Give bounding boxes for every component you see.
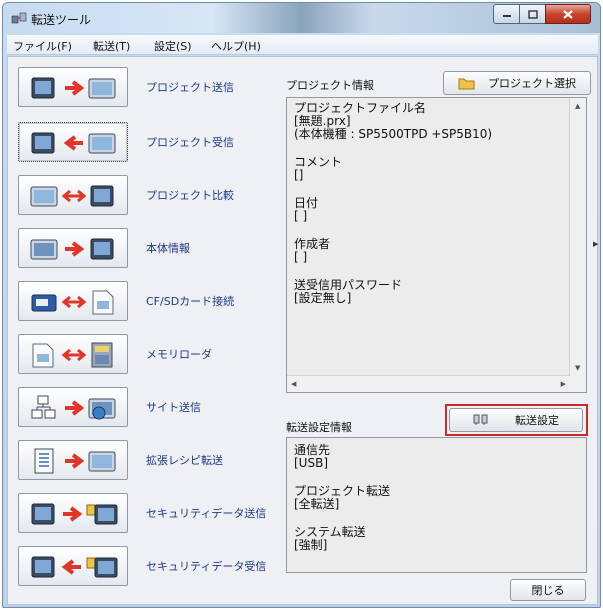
destination-value: [USB] (294, 456, 328, 470)
transfer-tool-window: 転送ツール ファイル(F) 転送(T) 設定(S) ヘルプ(H) プロジェクト送… (2, 2, 601, 608)
memory-loader-label[interactable]: メモリローダ (146, 346, 212, 362)
cf-sd-card-icon (31, 290, 114, 315)
main-panel: プロジェクト送信 プロジェクト受信 プロジェクト比較 本体情報 CF/SDカード… (7, 56, 598, 605)
project-send-label[interactable]: プロジェクト送信 (146, 79, 234, 95)
unit-info-icon (30, 238, 114, 260)
project-info-label: プロジェクト情報 (286, 79, 374, 92)
tool-row-project-receive: プロジェクト受信 (18, 122, 268, 162)
tool-row-memory-loader: メモリローダ (18, 334, 268, 374)
tool-row-site-transfer: サイト送信 (18, 387, 268, 427)
site-transfer-label[interactable]: サイト送信 (146, 399, 201, 415)
unit-info-label[interactable]: 本体情報 (146, 240, 190, 256)
maximize-button[interactable] (519, 4, 546, 24)
password-value: [設定無し] (294, 291, 352, 305)
extended-recipe-label[interactable]: 拡張レシピ転送 (146, 452, 223, 468)
minimize-icon (502, 15, 511, 17)
project-compare-button[interactable] (18, 175, 128, 215)
transfer-info-box: 通信先 [USB] プロジェクト転送 [全転送] システム転送 [強制] (286, 437, 587, 573)
folder-icon (458, 78, 475, 90)
security-send-button[interactable] (18, 493, 128, 533)
project-send-icon (31, 77, 116, 99)
close-button[interactable]: 閉じる (510, 579, 586, 601)
project-receive-label[interactable]: プロジェクト受信 (146, 134, 234, 150)
title-bar[interactable]: 転送ツール (3, 3, 600, 33)
extended-recipe-icon (34, 448, 116, 474)
menu-transfer[interactable]: 転送(T) (93, 38, 130, 54)
tool-row-project-send: プロジェクト送信 (18, 67, 268, 107)
author-value: [ ] (294, 250, 308, 264)
project-select-label: プロジェクト選択 (488, 77, 576, 90)
window-title: 転送ツール (31, 13, 92, 27)
memory-loader-icon (32, 342, 113, 368)
project-select-button[interactable]: プロジェクト選択 (443, 71, 591, 95)
security-receive-button[interactable] (18, 546, 128, 586)
scroll-left-icon[interactable]: ◀ (291, 380, 296, 388)
menu-help[interactable]: ヘルプ(H) (211, 38, 261, 54)
horizontal-scrollbar[interactable]: ◀ ▶ (287, 375, 570, 392)
tool-row-extended-recipe: 拡張レシピ転送 (18, 440, 268, 480)
tool-row-cf-sd-card: CF/SDカード接続 (18, 281, 268, 321)
menu-settings[interactable]: 設定(S) (154, 38, 192, 54)
maximize-icon (527, 9, 538, 19)
transfer-settings-highlight (445, 404, 588, 436)
close-icon (563, 9, 573, 19)
project-model-value: (本体機種 : SP5500TPD +SP5B10) (294, 127, 493, 141)
project-info-box: プロジェクトファイル名 [無題.prx] (本体機種 : SP5500TPD +… (286, 97, 587, 393)
cf-sd-card-label[interactable]: CF/SDカード接続 (146, 293, 234, 309)
security-receive-label[interactable]: セキュリティデータ受信 (146, 558, 266, 574)
comment-value: [] (294, 168, 304, 182)
menu-file[interactable]: ファイル(F) (13, 38, 72, 54)
security-send-icon (31, 503, 118, 525)
project-transfer-value: [全転送] (294, 497, 340, 511)
scroll-down-icon[interactable]: ▼ (575, 364, 580, 372)
project-compare-icon (30, 185, 114, 207)
vertical-scrollbar[interactable]: ▲ ▼ (569, 98, 586, 392)
cf-sd-card-button[interactable] (18, 281, 128, 321)
security-send-label[interactable]: セキュリティデータ送信 (146, 505, 266, 521)
tool-row-security-send: セキュリティデータ送信 (18, 493, 268, 533)
transfer-info-label: 転送設定情報 (286, 421, 352, 434)
project-receive-icon (31, 132, 116, 154)
scroll-right-icon[interactable]: ▶ (561, 380, 566, 388)
app-icon (11, 12, 27, 24)
site-transfer-icon (31, 395, 116, 420)
resize-arrow-icon: ▶ (593, 240, 599, 248)
close-window-button[interactable] (545, 4, 591, 24)
project-receive-button[interactable] (18, 122, 128, 162)
tool-row-project-compare: プロジェクト比較 (18, 175, 268, 215)
security-receive-icon (31, 556, 118, 578)
memory-loader-button[interactable] (18, 334, 128, 374)
site-transfer-button[interactable] (18, 387, 128, 427)
tool-row-unit-info: 本体情報 (18, 228, 268, 268)
system-transfer-value: [強制] (294, 538, 328, 552)
project-compare-label[interactable]: プロジェクト比較 (146, 187, 234, 203)
menu-bar: ファイル(F) 転送(T) 設定(S) ヘルプ(H) (7, 35, 598, 55)
extended-recipe-button[interactable] (18, 440, 128, 480)
date-value: [ ] (294, 209, 308, 223)
project-send-button[interactable] (18, 67, 128, 107)
scroll-up-icon[interactable]: ▲ (575, 102, 580, 110)
tool-row-security-receive: セキュリティデータ受信 (18, 546, 268, 586)
minimize-button[interactable] (493, 4, 520, 24)
unit-info-button[interactable] (18, 228, 128, 268)
